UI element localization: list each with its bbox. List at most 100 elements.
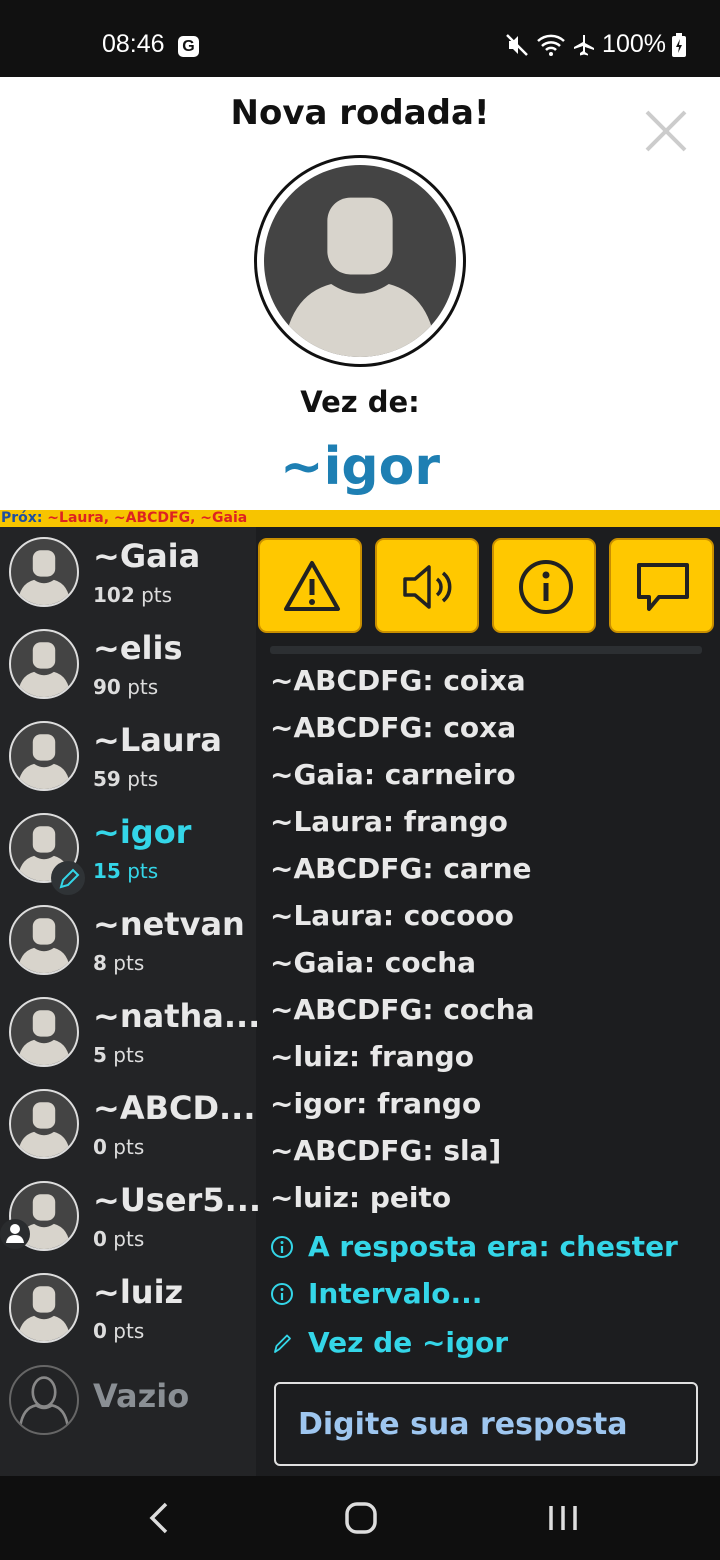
chat-message: ~Gaia: cocha <box>270 946 477 979</box>
recents-button[interactable] <box>533 1496 593 1540</box>
status-time: 08:46 <box>102 30 165 58</box>
player-name: ~ABCD... <box>93 1089 256 1127</box>
player-item[interactable]: ~luiz 0 pts <box>0 1263 256 1355</box>
chat-message: ~luiz: peito <box>270 1181 452 1214</box>
chat-message: ~ABCDFG: coixa <box>270 664 526 697</box>
player-name: ~netvan <box>93 905 245 943</box>
player-score: 90 pts <box>93 675 159 699</box>
player-item[interactable]: ~ABCD... 0 pts <box>0 1079 256 1171</box>
chat-icon <box>637 563 689 611</box>
pencil-icon <box>59 868 80 889</box>
status-bar: 08:46 G 100% <box>0 0 720 77</box>
player-name: ~Gaia <box>93 537 201 575</box>
player-name: ~natha... <box>93 997 261 1035</box>
avatar <box>9 1273 79 1343</box>
player-score: 0 pts <box>93 1135 145 1159</box>
pencil-icon <box>274 1334 291 1353</box>
home-button[interactable] <box>331 1496 391 1540</box>
avatar-icon <box>17 1286 71 1341</box>
mute-icon <box>506 33 528 56</box>
guest-badge <box>0 1219 30 1249</box>
report-button[interactable] <box>258 538 362 633</box>
turn-player-name: ~igor <box>280 437 440 497</box>
player-name: ~luiz <box>93 1273 184 1311</box>
player-name: ~elis <box>93 629 183 667</box>
home-icon <box>345 1502 377 1534</box>
chat-message: ~Laura: cocooo <box>270 899 514 932</box>
player-score: 15 pts <box>93 859 159 883</box>
round-title: Nova rodada! <box>230 93 490 133</box>
player-item-active[interactable]: ~igor 15 pts <box>0 803 256 895</box>
avatar-icon <box>17 1010 71 1065</box>
info-icon <box>271 1282 293 1305</box>
player-item[interactable]: ~natha... 5 pts <box>0 987 260 1079</box>
info-icon <box>519 560 573 614</box>
google-icon: G <box>178 36 199 57</box>
close-icon <box>645 110 687 152</box>
player-item[interactable]: ~Laura 59 pts <box>0 711 256 803</box>
next-label: Próx: <box>1 510 43 526</box>
avatar-icon <box>17 1102 71 1157</box>
wifi-icon <box>537 34 565 56</box>
navigation-bar <box>0 1476 720 1560</box>
system-message-text: Intervalo... <box>308 1277 483 1310</box>
system-message: Vez de ~igor <box>270 1326 508 1359</box>
user-icon <box>6 1224 24 1243</box>
status-icons: 100% <box>504 30 686 59</box>
close-button[interactable] <box>642 107 690 155</box>
round-panel: Nova rodada! Vez de: ~igor <box>0 77 720 510</box>
empty-slot[interactable]: Vazio <box>0 1355 256 1447</box>
avatar <box>9 905 79 975</box>
system-message-text: Vez de ~igor <box>308 1326 509 1359</box>
sound-button[interactable] <box>375 538 479 633</box>
empty-avatar <box>9 1365 79 1435</box>
answer-input[interactable] <box>276 1384 696 1464</box>
battery-percent: 100% <box>602 30 666 58</box>
battery-icon <box>672 32 686 57</box>
recents-icon <box>549 1506 577 1530</box>
next-players-bar: Próx: ~Laura, ~ABCDFG, ~Gaia <box>0 510 720 527</box>
chat-button[interactable] <box>609 538 714 633</box>
back-button[interactable] <box>130 1496 190 1540</box>
chat-message: ~igor: frango <box>270 1087 482 1120</box>
avatar <box>9 1089 79 1159</box>
player-item[interactable]: ~User5... 0 pts <box>0 1171 261 1263</box>
player-item[interactable]: ~Gaia 102 pts <box>0 527 256 619</box>
avatar-icon <box>17 642 71 697</box>
answer-box <box>274 1382 698 1466</box>
chat-message: ~Laura: frango <box>270 805 508 838</box>
player-name: ~User5... <box>93 1181 262 1219</box>
info-button[interactable] <box>492 538 596 633</box>
player-score: 59 pts <box>93 767 159 791</box>
chat-message: ~ABCDFG: coxa <box>270 711 517 744</box>
empty-slot-label: Vazio <box>93 1377 190 1415</box>
chat-scrollbar[interactable] <box>270 646 702 654</box>
avatar-icon <box>17 918 71 973</box>
info-icon <box>271 1235 293 1258</box>
avatar-icon <box>17 734 71 789</box>
avatar <box>9 629 79 699</box>
players-list: ~Gaia 102 pts ~elis 90 pts ~Laura 59 pts… <box>0 527 261 1476</box>
avatar <box>9 997 79 1067</box>
player-score: 5 pts <box>93 1043 145 1067</box>
drawing-badge <box>51 861 85 895</box>
player-item[interactable]: ~elis 90 pts <box>0 619 256 711</box>
chat-message: ~ABCDFG: carne <box>270 852 532 885</box>
player-item[interactable]: ~netvan 8 pts <box>0 895 256 987</box>
player-score: 0 pts <box>93 1319 145 1343</box>
avatar-icon <box>283 197 437 357</box>
airplane-icon <box>574 34 595 55</box>
system-message: Intervalo... <box>270 1277 482 1310</box>
user-outline-icon <box>18 1376 70 1427</box>
player-name: ~igor <box>93 813 192 851</box>
player-score: 102 pts <box>93 583 173 607</box>
back-icon <box>149 1502 168 1534</box>
player-score: 0 pts <box>93 1227 145 1251</box>
chat-message: ~ABCDFG: cocha <box>270 993 535 1026</box>
chat-panel: ~ABCDFG: coixa ~ABCDFG: coxa ~Gaia: carn… <box>256 640 720 1380</box>
system-message-text: A resposta era: chester <box>308 1230 678 1263</box>
avatar-icon <box>17 550 71 605</box>
player-score: 8 pts <box>93 951 145 975</box>
warning-icon <box>284 561 340 611</box>
current-player-avatar <box>254 155 466 367</box>
